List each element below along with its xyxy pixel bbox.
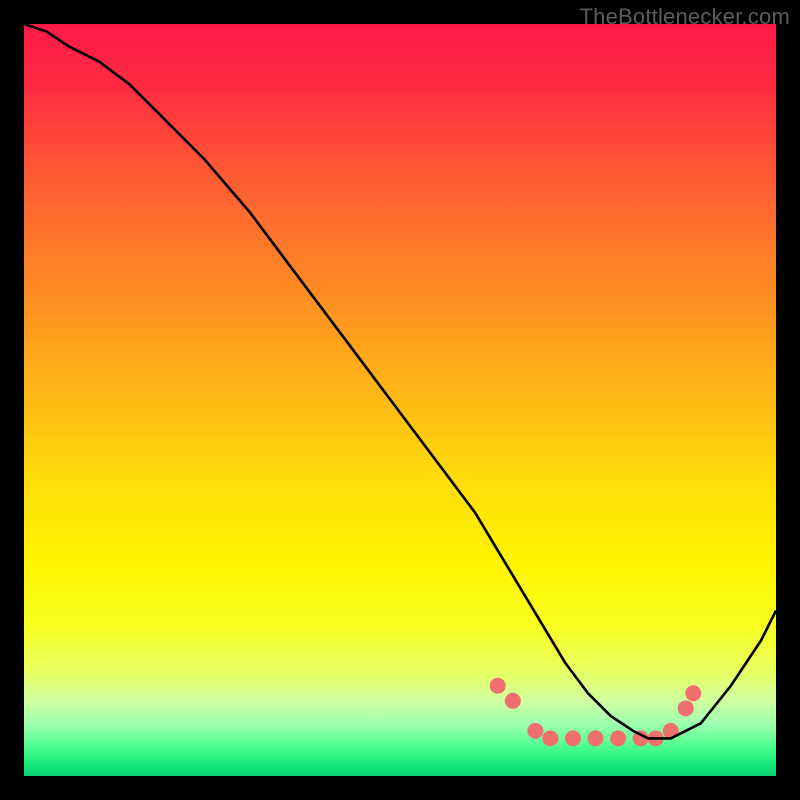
highlight-dot	[610, 730, 626, 746]
highlight-dot	[588, 730, 604, 746]
highlight-dot	[565, 730, 581, 746]
highlight-dots	[490, 678, 702, 747]
highlight-dot	[490, 678, 506, 694]
watermark-text: TheBottlenecker.com	[580, 4, 790, 30]
highlight-dot	[527, 723, 543, 739]
highlight-dot	[678, 700, 694, 716]
chart-frame: TheBottlenecker.com	[0, 0, 800, 800]
highlight-dot	[505, 693, 521, 709]
highlight-dot	[685, 685, 701, 701]
highlight-dot	[542, 730, 558, 746]
curve-layer	[24, 24, 776, 776]
bottleneck-curve	[24, 24, 776, 738]
plot-area	[24, 24, 776, 776]
